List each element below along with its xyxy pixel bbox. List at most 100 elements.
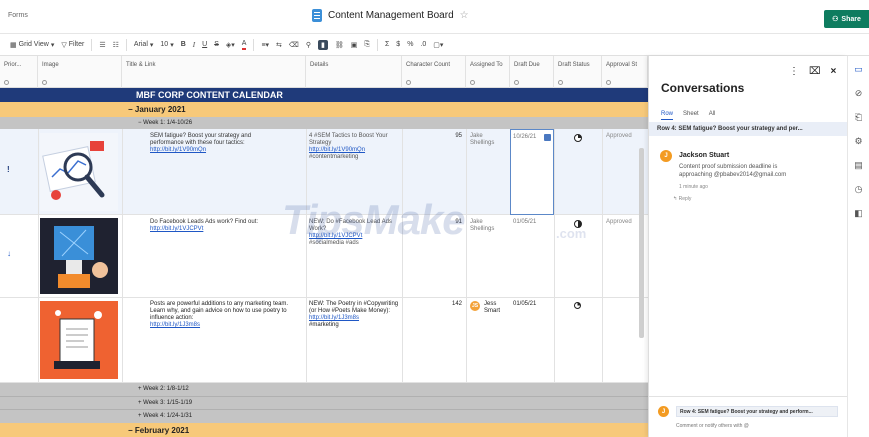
- link-icon[interactable]: ⛓: [335, 41, 344, 49]
- attachment-icon[interactable]: ⊘: [853, 88, 864, 99]
- image-icon[interactable]: ▣: [351, 41, 358, 49]
- priority-low-icon[interactable]: ↓: [7, 249, 11, 258]
- bold-button[interactable]: B: [181, 41, 186, 48]
- settings-icon[interactable]: ⚙: [853, 136, 864, 147]
- currency-button[interactable]: $: [396, 41, 400, 48]
- document-icon[interactable]: ▤: [853, 160, 864, 171]
- priority-high-icon[interactable]: !: [7, 165, 10, 174]
- strikethrough-button[interactable]: S: [214, 41, 219, 48]
- column-header-priority[interactable]: Prior...: [0, 56, 38, 88]
- column-header-character-count[interactable]: Character Count: [402, 56, 466, 88]
- content-image[interactable]: [40, 218, 118, 294]
- wrap-icon[interactable]: ⇆: [276, 41, 282, 49]
- details-link[interactable]: http://bit.ly/1J3m8s: [309, 315, 399, 322]
- align-icon[interactable]: ≡▾: [261, 41, 269, 49]
- banner-row[interactable]: MBF CORP CONTENT CALENDAR: [0, 88, 648, 102]
- week-row[interactable]: + Week 2: 1/8-1/12: [0, 383, 648, 396]
- draft-due-cell[interactable]: 01/05/21: [513, 301, 536, 308]
- indent-icon[interactable]: ☰: [99, 41, 105, 49]
- vertical-scrollbar[interactable]: [639, 148, 644, 338]
- column-divider: [38, 129, 39, 383]
- collapse-icon[interactable]: −: [128, 105, 135, 114]
- history-icon[interactable]: ◷: [853, 184, 864, 195]
- italic-button[interactable]: I: [193, 41, 195, 49]
- attachment-icon[interactable]: ⎘: [364, 41, 370, 49]
- tab-sheet[interactable]: Sheet: [683, 111, 699, 120]
- reply-button[interactable]: ↰ Reply: [673, 196, 691, 202]
- comment-input[interactable]: [676, 421, 836, 431]
- assigned-cell[interactable]: Jess Smart: [484, 301, 510, 315]
- character-count-cell[interactable]: 95: [404, 133, 462, 140]
- title-link[interactable]: http://bit.ly/1V90mQn: [150, 147, 280, 154]
- details-cell[interactable]: 4 #SEM Tactics to Boost Your Strategy ht…: [309, 133, 399, 161]
- column-header-details[interactable]: Details: [306, 56, 402, 88]
- draft-status-quarter-icon[interactable]: [574, 302, 581, 309]
- month-row[interactable]: − January 2021: [0, 102, 648, 117]
- assigned-cell[interactable]: Jake Shellings: [470, 219, 508, 233]
- column-header-title[interactable]: Title & Link: [122, 56, 306, 88]
- conversation-row-header[interactable]: Row 4: SEM fatigue? Boost your strategy …: [649, 122, 848, 136]
- conversation-tabs: Row Sheet All: [661, 111, 715, 120]
- title-link[interactable]: http://bit.ly/1VJCPVt: [150, 226, 280, 233]
- sum-button[interactable]: Σ: [385, 41, 389, 48]
- conversations-icon[interactable]: ▭: [853, 64, 864, 75]
- watermark-suffix: .com: [556, 226, 587, 241]
- filter-button[interactable]: ▽ Filter: [61, 41, 84, 49]
- details-cell[interactable]: NEW: The Poetry in #Copywriting (or How …: [309, 301, 399, 329]
- column-options-icon: [558, 80, 563, 85]
- layers-icon[interactable]: ◧: [853, 208, 864, 219]
- column-header-assigned[interactable]: Assigned To: [466, 56, 510, 88]
- approval-cell[interactable]: Approved: [606, 219, 632, 226]
- format-painter-icon[interactable]: ⚲: [306, 41, 311, 49]
- fill-color-icon[interactable]: ◈▾: [226, 41, 235, 49]
- column-options-icon: [4, 80, 9, 85]
- month-row[interactable]: − February 2021: [0, 423, 648, 437]
- percent-button[interactable]: %: [407, 41, 413, 48]
- clear-format-icon[interactable]: ⌫: [289, 41, 299, 49]
- character-count-cell[interactable]: 142: [404, 301, 462, 308]
- content-image[interactable]: [40, 301, 118, 379]
- title-cell[interactable]: Do Facebook Leads Ads work? Find out: ht…: [150, 219, 280, 233]
- highlight-changes-icon[interactable]: ▮: [317, 39, 328, 50]
- details-link[interactable]: http://bit.ly/1V90mQn: [309, 147, 399, 154]
- close-icon[interactable]: ×: [831, 66, 837, 77]
- notification-off-icon[interactable]: ⌧: [809, 66, 821, 77]
- approval-cell[interactable]: Approved: [606, 133, 632, 140]
- underline-button[interactable]: U: [202, 41, 207, 48]
- compose-row-reference[interactable]: Row 4: SEM fatigue? Boost your strategy …: [676, 406, 838, 417]
- tab-row[interactable]: Row: [661, 111, 674, 120]
- grid-view-dropdown[interactable]: ▦ Grid View ▾: [10, 41, 54, 49]
- calendar-icon[interactable]: [544, 134, 551, 141]
- week-row[interactable]: + Week 3: 1/15-1/19: [0, 396, 648, 409]
- column-header-image[interactable]: Image: [38, 56, 122, 88]
- font-size-dropdown[interactable]: 10 ▾: [160, 41, 173, 49]
- title-cell[interactable]: Posts are powerful additions to any mark…: [150, 301, 300, 329]
- column-header-approval[interactable]: Approval St: [602, 56, 648, 88]
- draft-due-cell[interactable]: 01/05/21: [513, 219, 536, 226]
- column-header-draft-status[interactable]: Draft Status: [554, 56, 602, 88]
- more-vertical-icon[interactable]: ⋮: [789, 66, 799, 77]
- text-color-button[interactable]: A: [241, 40, 247, 50]
- outdent-icon[interactable]: ☷: [113, 41, 119, 49]
- favorite-star-icon[interactable]: ☆: [460, 10, 469, 21]
- content-image[interactable]: [40, 133, 118, 211]
- assigned-cell[interactable]: Jake Shellings: [470, 133, 508, 147]
- tab-all[interactable]: All: [709, 111, 716, 120]
- title-cell[interactable]: SEM fatigue? Boost your strategy and per…: [150, 133, 280, 154]
- clipboard-icon[interactable]: ⎗: [853, 112, 864, 123]
- collapse-icon[interactable]: −: [128, 426, 135, 435]
- week-row[interactable]: + Week 4: 1/24-1/31: [0, 409, 648, 423]
- column-header-draft-due[interactable]: Draft Due: [510, 56, 554, 88]
- more-options-icon[interactable]: ▢▾: [433, 41, 443, 49]
- font-family-dropdown[interactable]: Arial ▾: [134, 41, 154, 49]
- draft-status-quarter-icon[interactable]: [574, 134, 582, 142]
- table-row[interactable]: Posts are powerful additions to any mark…: [0, 298, 648, 383]
- draft-due-cell-selected[interactable]: 10/26/21: [510, 129, 554, 215]
- share-button[interactable]: ⚇ Share: [824, 10, 869, 28]
- title-link[interactable]: http://bit.ly/1J3m8s: [150, 322, 300, 329]
- week-label: + Week 2: 1/8-1/12: [138, 386, 189, 392]
- week-row[interactable]: − Week 1: 1/4-10/26: [0, 117, 648, 129]
- forms-link[interactable]: Forms: [8, 12, 28, 19]
- document-title[interactable]: Content Management Board: [328, 10, 454, 21]
- decimal-icon[interactable]: .0: [420, 41, 426, 48]
